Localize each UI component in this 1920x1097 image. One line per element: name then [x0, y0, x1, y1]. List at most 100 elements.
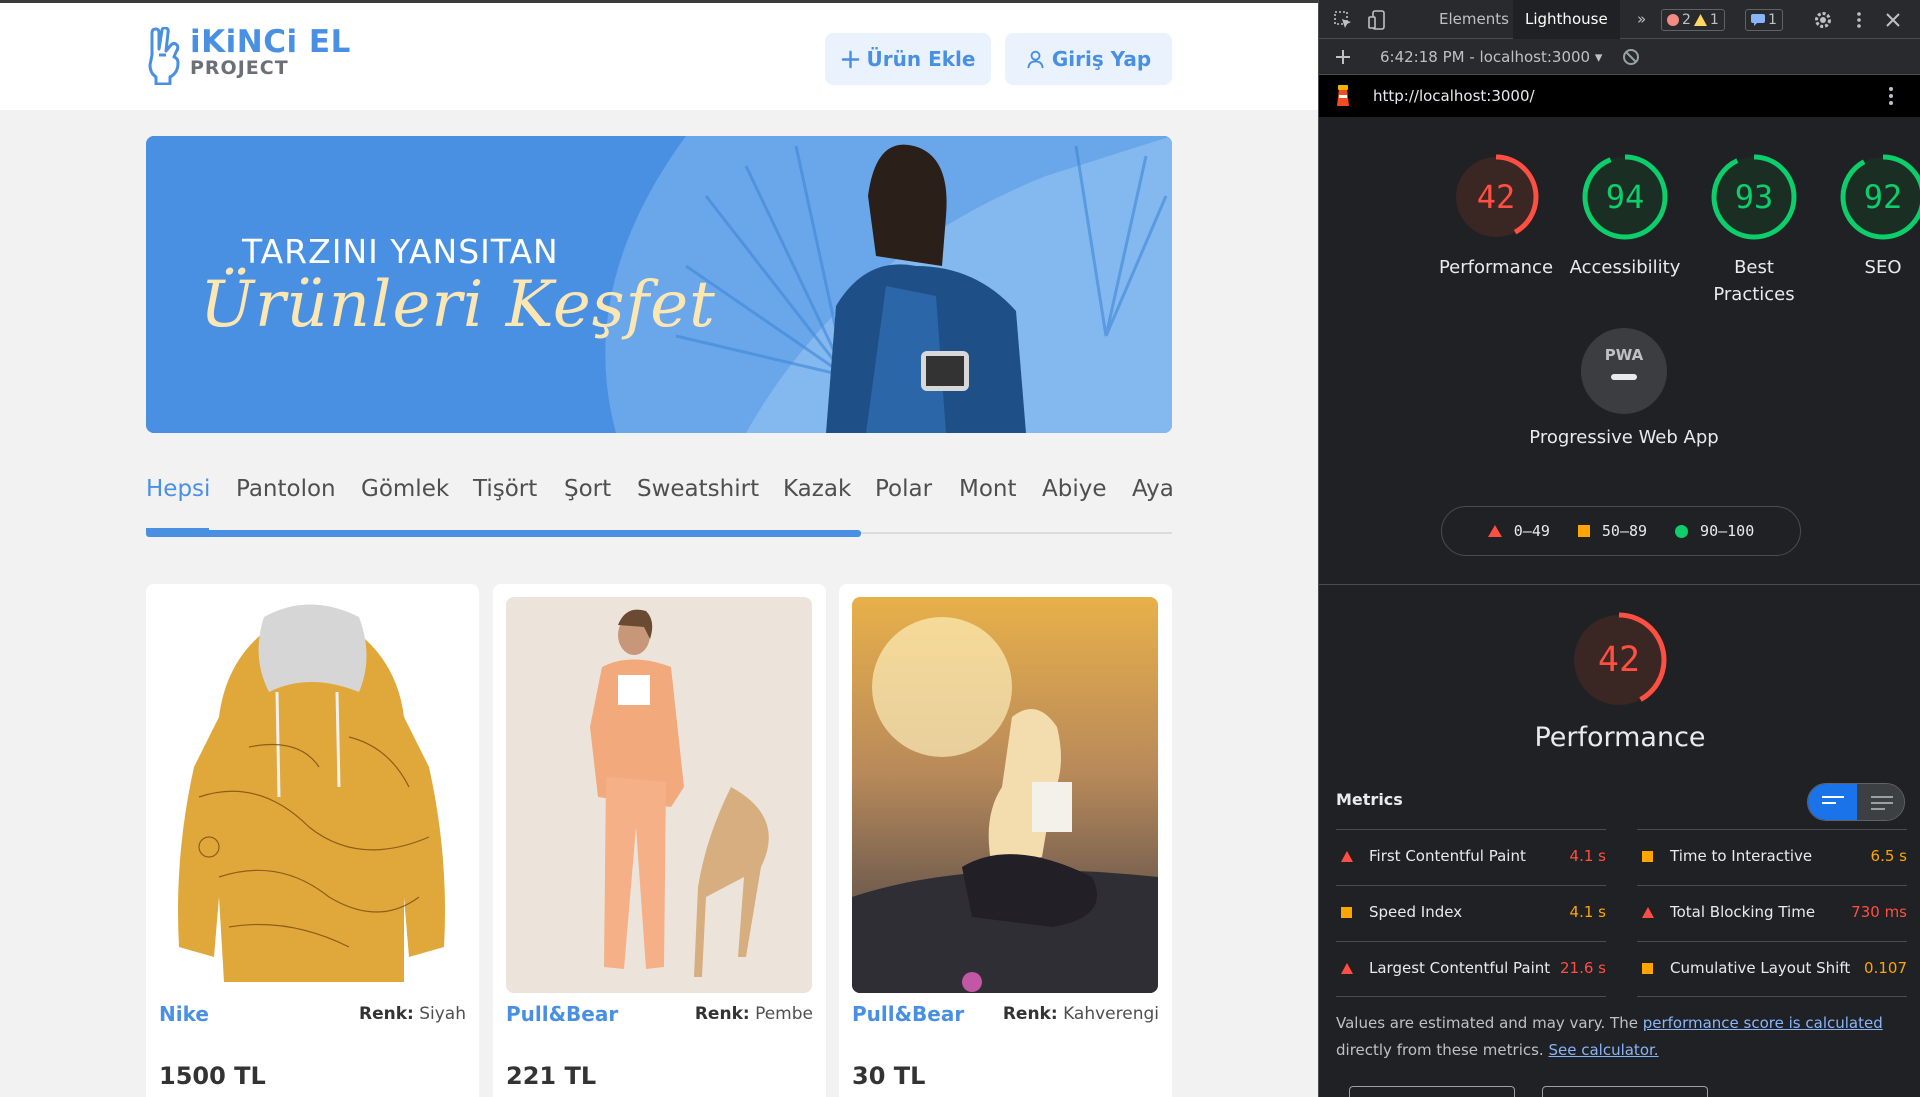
- metric-value: 730 ms: [1851, 903, 1907, 921]
- tab-abiye[interactable]: Abiye: [1042, 476, 1107, 502]
- product-brand[interactable]: Pull&Bear: [506, 1002, 618, 1026]
- settings-gear-icon[interactable]: [1813, 10, 1833, 30]
- metric-first-contentful-paint[interactable]: First Contentful Paint 4.1 s: [1336, 829, 1606, 885]
- seo-label: SEO: [1864, 257, 1902, 278]
- score-performance[interactable]: 42 Performance: [1431, 152, 1561, 281]
- metrics-heading: Metrics: [1336, 790, 1403, 809]
- report-selector[interactable]: 6:42:18 PM - localhost:3000 ▾: [1380, 48, 1602, 66]
- accessibility-label: Accessibility: [1569, 257, 1681, 278]
- tab-gomlek[interactable]: Gömlek: [361, 476, 449, 502]
- tab-aya[interactable]: Aya: [1132, 476, 1172, 502]
- pwa-badge[interactable]: PWA: [1581, 328, 1667, 414]
- metric-value: 4.1 s: [1569, 903, 1606, 921]
- performance-score: 42: [1476, 178, 1516, 216]
- metric-name: Time to Interactive: [1670, 847, 1813, 865]
- report-url[interactable]: http://localhost:3000/: [1373, 87, 1535, 105]
- banner-headline: TARZINI YANSITAN: [242, 232, 559, 271]
- tab-tisort[interactable]: Tişört: [473, 476, 537, 502]
- average-square-icon: [1341, 907, 1352, 918]
- metric-total-blocking-time[interactable]: Total Blocking Time 730 ms: [1637, 885, 1907, 941]
- color-label: Renk:: [694, 1004, 750, 1024]
- warning-count: 1: [1709, 12, 1719, 28]
- color-value: Kahverengi: [1063, 1004, 1159, 1024]
- metric-largest-contentful-paint[interactable]: Largest Contentful Paint 21.6 s: [1336, 941, 1606, 997]
- metric-value: 4.1 s: [1569, 847, 1606, 865]
- metric-cumulative-layout-shift[interactable]: Cumulative Layout Shift 0.107: [1637, 941, 1907, 997]
- report-menu-icon[interactable]: [1887, 86, 1895, 106]
- average-square-icon: [1577, 525, 1590, 537]
- plus-icon: [841, 50, 859, 68]
- product-image-hoodie: [159, 597, 465, 993]
- score-seo[interactable]: 92 SEO: [1818, 152, 1920, 281]
- metric-value: 6.5 s: [1870, 847, 1907, 865]
- tab-lighthouse[interactable]: Lighthouse: [1513, 0, 1620, 39]
- new-report-plus-icon[interactable]: [1333, 47, 1353, 67]
- metric-name: Largest Contentful Paint: [1369, 959, 1551, 977]
- toggle-compact-view[interactable]: [1808, 784, 1857, 820]
- lighthouse-toolbar: 6:42:18 PM - localhost:3000 ▾: [1319, 39, 1920, 75]
- device-toolbar-icon[interactable]: [1367, 10, 1387, 30]
- tab-polar[interactable]: Polar: [875, 476, 932, 502]
- product-price: 221 TL: [506, 1062, 597, 1090]
- score-accessibility[interactable]: 94 Accessibility: [1560, 152, 1690, 281]
- score-calculation-link[interactable]: performance score is calculated: [1643, 1014, 1883, 1032]
- metric-time-to-interactive[interactable]: Time to Interactive 6.5 s: [1637, 829, 1907, 885]
- product-brand[interactable]: Pull&Bear: [852, 1002, 964, 1026]
- login-button[interactable]: Giriş Yap: [1005, 33, 1172, 85]
- average-square-icon: [1642, 851, 1653, 862]
- product-color: Renk: Siyah: [359, 1004, 466, 1024]
- issues-badge[interactable]: 2 1: [1661, 9, 1725, 31]
- metric-value: 0.107: [1864, 959, 1907, 977]
- product-card[interactable]: Nike Renk: Siyah 1500 TL: [146, 584, 479, 1097]
- best-practices-label: Best Practices: [1713, 257, 1795, 305]
- devtools-panel: Elements Lighthouse » 2 1 1 6:42:18 PM -…: [1318, 0, 1920, 1097]
- tab-sweatshirt[interactable]: Sweatshirt: [637, 476, 759, 502]
- tab-mont[interactable]: Mont: [959, 476, 1017, 502]
- product-card[interactable]: Pull&Bear Renk: Pembe 221 TL: [493, 584, 826, 1097]
- login-label: Giriş Yap: [1051, 47, 1152, 71]
- bottom-button-2[interactable]: [1542, 1086, 1708, 1097]
- tab-sort[interactable]: Şort: [564, 476, 611, 502]
- close-icon[interactable]: [1883, 10, 1903, 30]
- fail-triangle-icon: [1341, 963, 1353, 974]
- clear-reports-icon[interactable]: [1621, 47, 1641, 67]
- tab-kazak[interactable]: Kazak: [783, 476, 851, 502]
- see-calculator-link[interactable]: See calculator.: [1548, 1041, 1658, 1059]
- tabs-scrollbar-thumb[interactable]: [146, 530, 861, 537]
- inspect-element-icon[interactable]: [1333, 10, 1353, 30]
- expanded-lines-icon: [1871, 796, 1893, 814]
- tab-elements[interactable]: Elements: [1427, 0, 1521, 39]
- add-product-button[interactable]: Ürün Ekle: [825, 33, 991, 85]
- more-tabs-button[interactable]: »: [1625, 0, 1658, 39]
- metrics-view-toggle[interactable]: [1807, 783, 1905, 821]
- tab-hepsi[interactable]: Hepsi: [146, 476, 210, 502]
- legend-fail: 0–49: [1513, 522, 1550, 540]
- toggle-expanded-view[interactable]: [1857, 784, 1904, 820]
- metric-speed-index[interactable]: Speed Index 4.1 s: [1336, 885, 1606, 941]
- color-label: Renk:: [1002, 1004, 1058, 1024]
- devtools-tabbar: Elements Lighthouse » 2 1 1: [1319, 0, 1920, 39]
- more-options-icon[interactable]: [1849, 10, 1869, 30]
- peace-hand-icon: [148, 27, 180, 85]
- performance-label: Performance: [1438, 257, 1554, 278]
- color-value: Pembe: [755, 1004, 813, 1024]
- add-product-label: Ürün Ekle: [866, 47, 976, 71]
- product-image-sunset: [852, 597, 1158, 993]
- product-brand[interactable]: Nike: [159, 1002, 209, 1026]
- color-label: Renk:: [358, 1004, 414, 1024]
- metrics-disclaimer: Values are estimated and may vary. The p…: [1336, 1010, 1906, 1064]
- bottom-button-1[interactable]: [1349, 1086, 1515, 1097]
- user-icon: [1027, 50, 1044, 68]
- site-logo[interactable]: iKiNCi EL PROJECT: [146, 27, 351, 85]
- metric-name: Speed Index: [1369, 903, 1463, 921]
- logo-subtitle: PROJECT: [190, 57, 289, 79]
- product-card[interactable]: Pull&Bear Renk: Kahverengi 30 TL: [839, 584, 1172, 1097]
- average-square-icon: [1642, 963, 1653, 974]
- score-best-practices[interactable]: 93 Best Practices: [1689, 152, 1819, 308]
- hero-banner[interactable]: TARZINI YANSITAN Ürünleri Keşfet: [146, 136, 1172, 433]
- product-color: Renk: Pembe: [695, 1004, 813, 1024]
- messages-badge[interactable]: 1: [1745, 9, 1783, 31]
- report-selector-label: 6:42:18 PM - localhost:3000: [1380, 48, 1591, 66]
- pwa-dash-icon: [1611, 374, 1637, 380]
- tab-pantolon[interactable]: Pantolon: [236, 476, 336, 502]
